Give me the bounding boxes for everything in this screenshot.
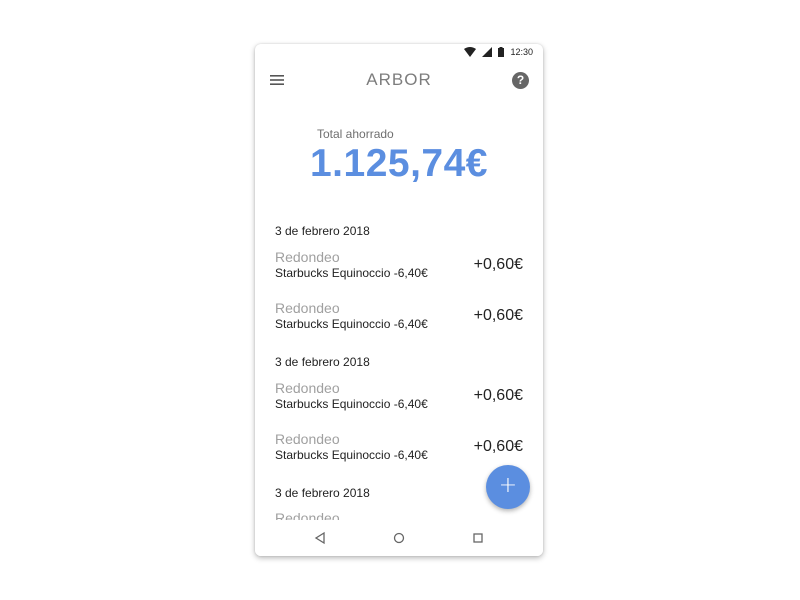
- transaction-type: Redondeo: [275, 300, 340, 316]
- transaction-description: Starbucks Equinoccio -6,40€: [275, 397, 428, 411]
- wifi-icon: [464, 47, 477, 57]
- transaction-item[interactable]: Redondeo Starbucks Equinoccio -6,40€ +0,…: [255, 431, 543, 467]
- total-saved-amount: 1.125,74€: [309, 142, 488, 185]
- date-header: 3 de febrero 2018: [275, 224, 370, 238]
- transaction-item[interactable]: Redondeo Starbucks Equinoccio -6,40€ +0,…: [255, 300, 543, 336]
- transaction-description: Starbucks Equinoccio -6,40€: [275, 317, 428, 331]
- date-header: 3 de febrero 2018: [275, 355, 370, 369]
- date-header: 3 de febrero 2018: [275, 486, 370, 500]
- transaction-item[interactable]: Redondeo Starbucks Equinoccio -6,40€ +0,…: [255, 380, 543, 416]
- app-title: ARBOR: [366, 70, 432, 89]
- cell-signal-icon: [482, 47, 493, 57]
- phone-frame: 12:30 ARBOR ? Total ahorrado 1.125,74€ 3…: [255, 44, 543, 556]
- transaction-type: Redondeo: [275, 249, 340, 265]
- transaction-description: Starbucks Equinoccio -6,40€: [275, 266, 428, 280]
- recents-square-icon[interactable]: [471, 531, 485, 545]
- status-bar: 12:30: [255, 44, 543, 60]
- status-icons: 12:30: [464, 46, 533, 58]
- transaction-amount: +0,60€: [473, 387, 523, 404]
- transaction-type: Redondeo: [275, 431, 340, 447]
- system-nav-bar: [255, 520, 543, 556]
- transaction-type: Redondeo: [275, 380, 340, 396]
- transaction-amount: +0,60€: [473, 256, 523, 273]
- battery-icon: [498, 47, 505, 57]
- transaction-type: Redondeo: [275, 510, 340, 520]
- transaction-item[interactable]: Redondeo Starbucks Equinoccio -6,40€ +0,…: [255, 249, 543, 285]
- help-circle-icon[interactable]: ?: [512, 72, 529, 89]
- status-time: 12:30: [510, 47, 533, 57]
- app-bar: ARBOR ?: [255, 64, 543, 96]
- transaction-description: Starbucks Equinoccio -6,40€: [275, 448, 428, 462]
- transaction-amount: +0,60€: [473, 438, 523, 455]
- transaction-item[interactable]: Redondeo: [255, 510, 543, 520]
- home-circle-icon[interactable]: [392, 531, 406, 545]
- add-fab-button[interactable]: +: [486, 465, 530, 509]
- transaction-amount: +0,60€: [473, 307, 523, 324]
- total-saved-label: Total ahorrado: [317, 127, 394, 141]
- back-triangle-icon[interactable]: [313, 531, 327, 545]
